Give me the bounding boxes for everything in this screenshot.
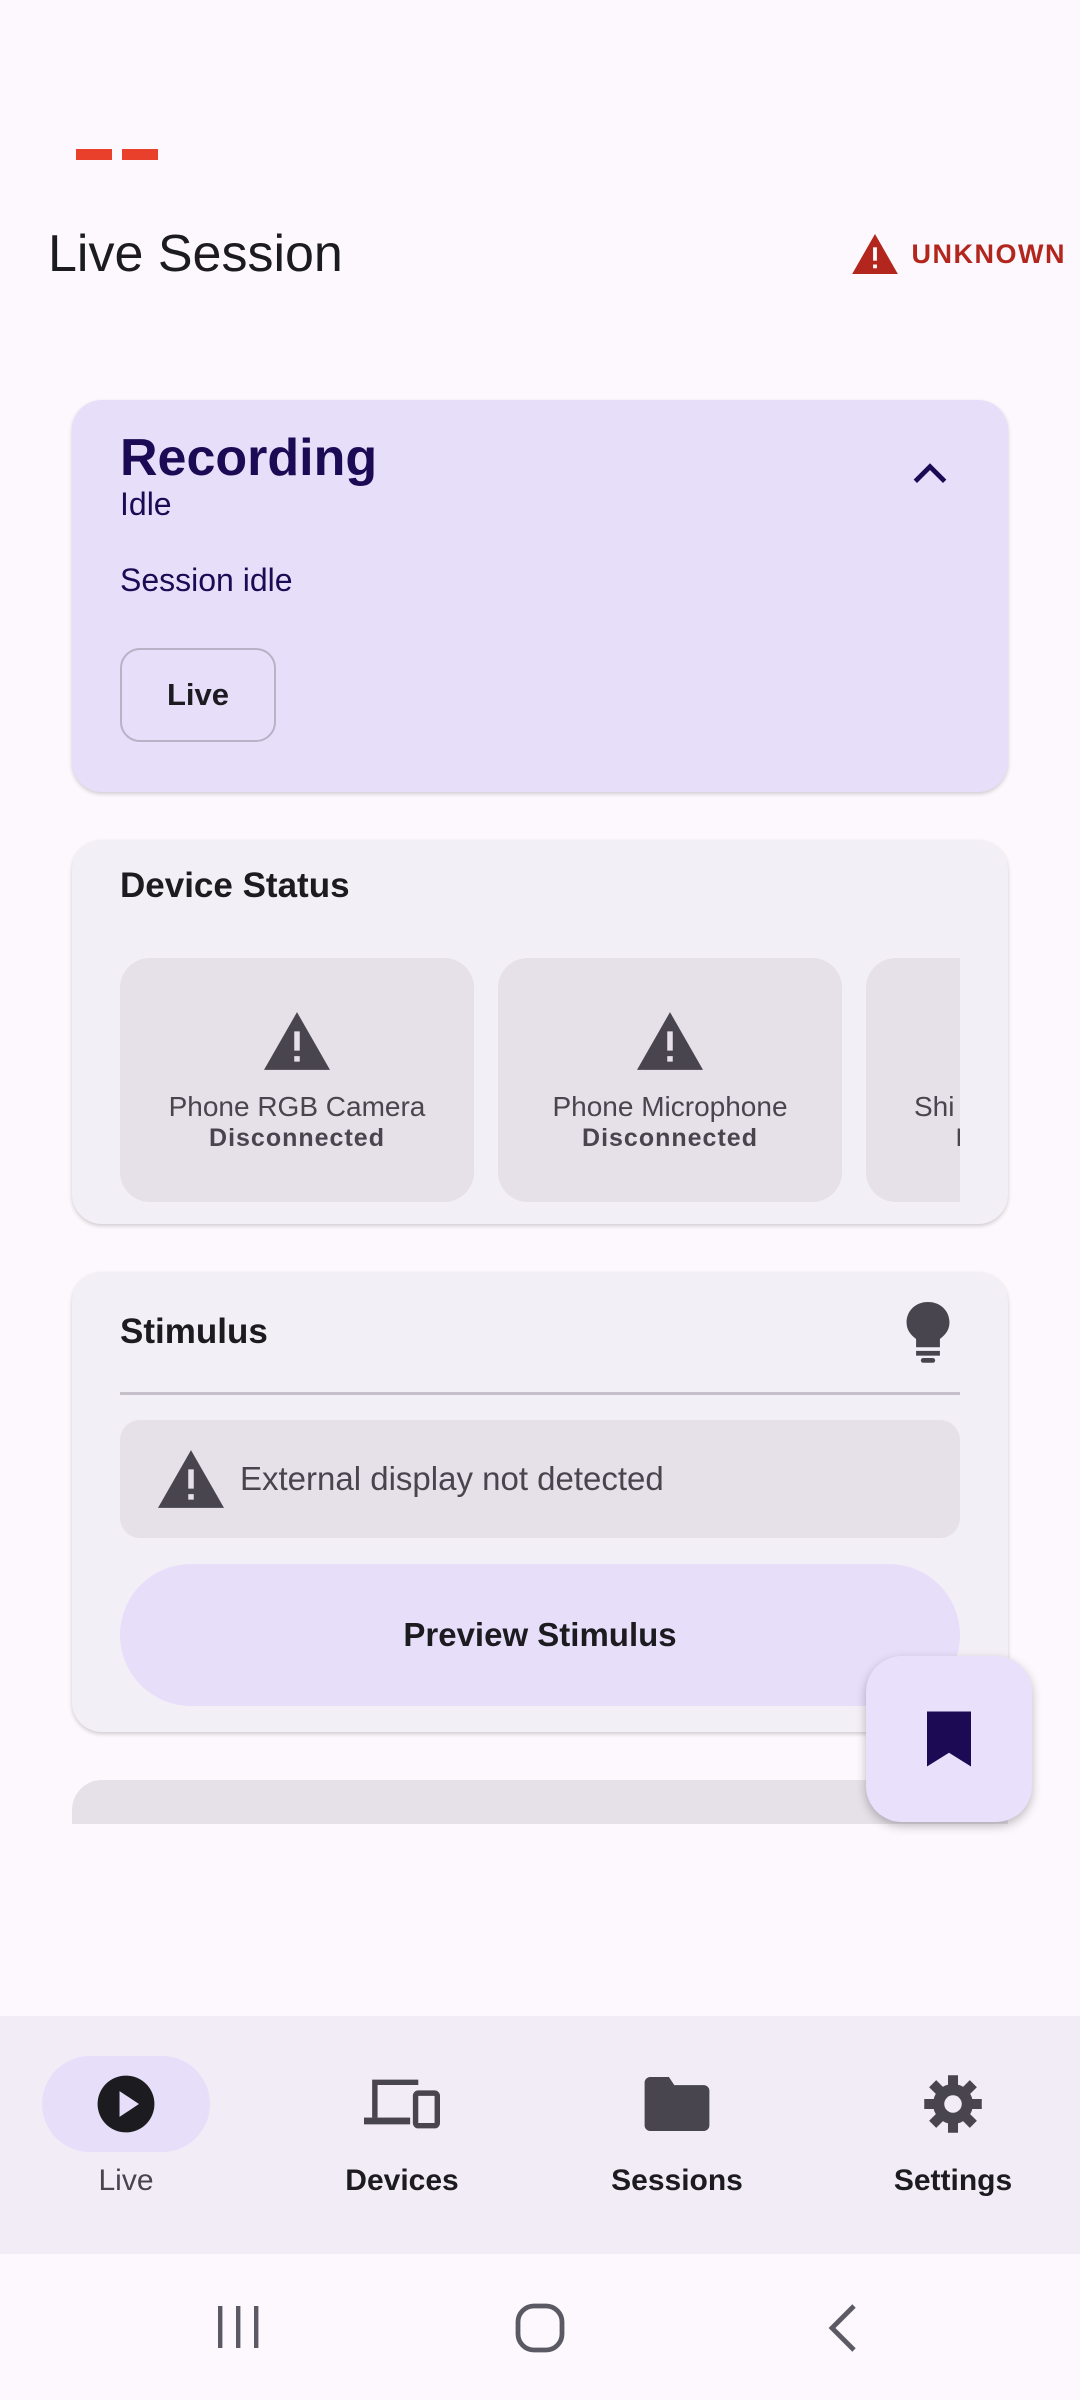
device-name: Phone Microphone [552, 1091, 788, 1122]
alert-text: External display not detected [240, 1460, 664, 1497]
nav-label: Settings [893, 2164, 1013, 2197]
recording-state: Idle [120, 486, 172, 522]
live-mode-button[interactable]: Live [120, 648, 276, 742]
device-list[interactable]: Phone RGB Camera Disconnected Phone Micr… [120, 958, 960, 1202]
bookmark-icon [927, 1711, 971, 1767]
stimulus-card: Stimulus External display not detected P… [72, 1272, 1008, 1732]
device-name: Shi [914, 1091, 955, 1122]
warning-icon [264, 1012, 330, 1070]
device-tile-partial[interactable]: Shi I [866, 958, 960, 1202]
device-state: Disconnected [582, 1124, 758, 1152]
bookmark-fab[interactable] [866, 1656, 1032, 1822]
warning-icon [637, 1012, 703, 1070]
status-bar: 19:59 [0, 0, 1080, 100]
external-display-alert: External display not detected [120, 1420, 960, 1538]
gear-icon [924, 2075, 982, 2133]
nav-item-sessions[interactable]: Sessions [567, 2056, 787, 2198]
connection-status[interactable]: UNKNOWN [851, 234, 1066, 274]
device-state: I [866, 1124, 960, 1153]
home-icon[interactable] [514, 2302, 566, 2354]
app-logo-marks [76, 149, 160, 160]
device-tile-microphone[interactable]: Phone Microphone Disconnected [498, 958, 842, 1202]
chevron-up-icon[interactable] [908, 452, 952, 496]
preview-stimulus-button[interactable]: Preview Stimulus [120, 1564, 960, 1706]
nav-item-devices[interactable]: Devices [292, 2056, 512, 2198]
lightbulb-icon[interactable] [904, 1302, 952, 1364]
folder-icon [644, 2077, 710, 2131]
device-name: Phone RGB Camera [168, 1091, 426, 1122]
stimulus-title: Stimulus [120, 1312, 268, 1351]
bottom-navigation: Live Devices Sessions Settings [0, 2016, 1080, 2254]
warning-icon [158, 1450, 224, 1508]
system-navigation-bar [0, 2254, 1080, 2400]
nav-label: Devices [345, 2164, 459, 2197]
nav-label: Live [98, 2164, 154, 2197]
nav-label: Sessions [611, 2164, 743, 2197]
divider [120, 1392, 960, 1395]
nav-item-settings[interactable]: Settings [843, 2056, 1063, 2198]
recording-message: Session idle [120, 562, 293, 598]
device-status-card: Device Status Phone RGB Camera Disconnec… [72, 840, 1008, 1224]
recording-card: Recording Idle Session idle Live [72, 400, 1008, 792]
warning-icon [851, 234, 898, 274]
page-title: Live Session [48, 225, 343, 283]
recording-title: Recording [120, 429, 378, 487]
connection-status-label: UNKNOWN [911, 238, 1066, 269]
nav-item-live[interactable]: Live [16, 2056, 236, 2198]
back-icon[interactable] [824, 2302, 860, 2354]
device-status-title: Device Status [120, 866, 350, 905]
device-state: Disconnected [209, 1124, 385, 1152]
recents-icon[interactable] [214, 2302, 262, 2352]
status-time: 19:59 [56, 30, 137, 66]
device-tile-camera[interactable]: Phone RGB Camera Disconnected [120, 958, 474, 1202]
play-circle-icon [97, 2075, 155, 2133]
devices-icon [364, 2079, 440, 2129]
